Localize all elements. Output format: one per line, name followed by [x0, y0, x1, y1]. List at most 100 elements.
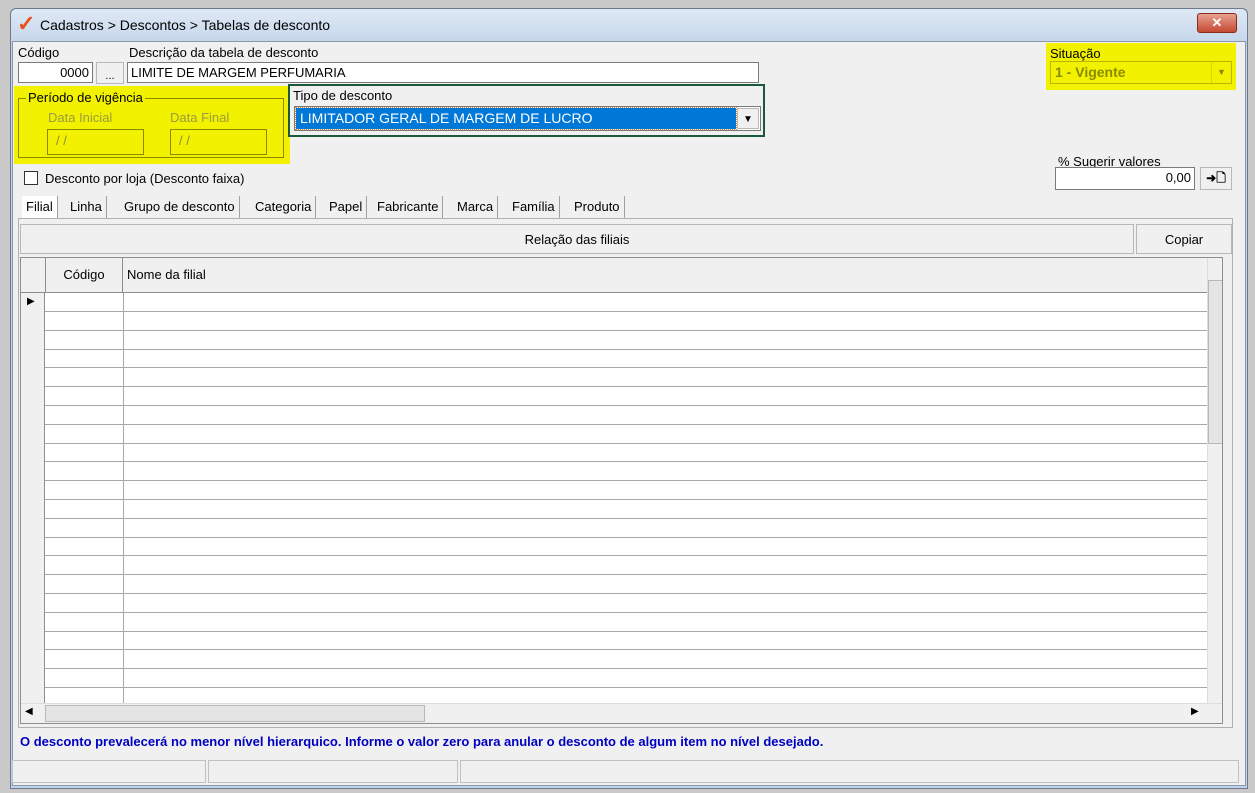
copy-button[interactable]: Copiar	[1136, 224, 1232, 254]
cell-codigo[interactable]	[45, 293, 124, 312]
tab-papel[interactable]: Papel	[325, 196, 368, 218]
horizontal-scroll-thumb[interactable]	[45, 705, 425, 722]
cell-codigo[interactable]	[45, 387, 124, 406]
row-indicator[interactable]	[21, 575, 45, 594]
row-indicator[interactable]	[21, 405, 45, 425]
filial-grid[interactable]: Código Nome da filial ▶ ◀ ▶	[20, 257, 1223, 724]
situacao-label: Situação	[1050, 46, 1101, 61]
desconto-loja-checkbox[interactable]	[24, 171, 38, 185]
tab-marca[interactable]: Marca	[453, 196, 499, 218]
row-indicator[interactable]	[21, 556, 45, 576]
table-row[interactable]	[21, 612, 1207, 632]
cell-codigo[interactable]	[45, 405, 124, 425]
cell-codigo[interactable]	[45, 631, 124, 651]
cell-codigo[interactable]	[45, 499, 124, 519]
cell-codigo[interactable]	[45, 669, 124, 688]
tab-categoria[interactable]: Categoria	[251, 196, 317, 218]
table-row[interactable]	[21, 368, 1207, 388]
descricao-input[interactable]: LIMITE DE MARGEM PERFUMARIA	[127, 62, 759, 83]
row-indicator[interactable]	[21, 330, 45, 350]
cell-codigo[interactable]	[45, 518, 124, 538]
row-indicator[interactable]	[21, 387, 45, 406]
situacao-highlight: Situação 1 - Vigente ▼	[1046, 43, 1236, 90]
table-row[interactable]	[21, 575, 1207, 594]
table-row[interactable]	[21, 499, 1207, 519]
tab-familia[interactable]: Família	[508, 196, 560, 218]
vertical-scroll-thumb[interactable]	[1208, 280, 1222, 444]
horizontal-scrollbar[interactable]: ◀ ▶	[21, 703, 1222, 723]
row-indicator[interactable]	[21, 481, 45, 500]
row-indicator[interactable]	[21, 311, 45, 331]
cell-codigo[interactable]	[45, 650, 124, 670]
row-indicator[interactable]	[21, 537, 45, 557]
scroll-left-icon[interactable]: ◀	[25, 706, 33, 717]
row-indicator[interactable]	[21, 612, 45, 632]
scroll-right-icon[interactable]: ▶	[1191, 706, 1199, 717]
codigo-input[interactable]: 0000	[18, 62, 93, 83]
table-row[interactable]	[21, 650, 1207, 670]
column-header-nome[interactable]: Nome da filial	[127, 258, 206, 292]
chevron-down-icon[interactable]: ▼	[737, 108, 759, 129]
tipo-select[interactable]: LIMITADOR GERAL DE MARGEM DE LUCRO ▼	[294, 106, 761, 131]
codigo-lookup-button[interactable]: ...	[96, 62, 124, 84]
data-final-input[interactable]: / /	[170, 129, 267, 155]
row-indicator[interactable]	[21, 631, 45, 651]
table-row[interactable]	[21, 443, 1207, 463]
tab-grupo-desconto[interactable]: Grupo de desconto	[120, 196, 240, 218]
table-row[interactable]	[21, 631, 1207, 651]
apply-values-button[interactable]: ➜🗋	[1200, 167, 1232, 190]
table-row[interactable]	[21, 593, 1207, 613]
cell-codigo[interactable]	[45, 330, 124, 350]
sugerir-input[interactable]: 0,00	[1055, 167, 1195, 190]
cell-codigo[interactable]	[45, 311, 124, 331]
cell-codigo[interactable]	[45, 424, 124, 444]
chevron-down-icon: ▼	[1211, 62, 1231, 83]
row-indicator[interactable]: ▶	[21, 293, 45, 312]
cell-codigo[interactable]	[45, 368, 124, 388]
tipo-value: LIMITADOR GERAL DE MARGEM DE LUCRO	[295, 107, 737, 130]
tab-fabricante[interactable]: Fabricante	[373, 196, 444, 218]
row-indicator[interactable]	[21, 349, 45, 369]
table-row[interactable]: ▶	[21, 293, 1207, 312]
table-row[interactable]	[21, 405, 1207, 425]
table-row[interactable]	[21, 556, 1207, 576]
table-row[interactable]	[21, 349, 1207, 369]
cell-codigo[interactable]	[45, 593, 124, 613]
table-row[interactable]	[21, 311, 1207, 331]
situacao-select[interactable]: 1 - Vigente ▼	[1050, 61, 1232, 84]
cell-codigo[interactable]	[45, 612, 124, 632]
status-panel-1	[12, 760, 206, 783]
column-header-codigo[interactable]: Código	[45, 258, 123, 293]
row-indicator[interactable]	[21, 518, 45, 538]
table-row[interactable]	[21, 387, 1207, 406]
descricao-label: Descrição da tabela de desconto	[129, 45, 319, 60]
tab-produto[interactable]: Produto	[570, 196, 625, 218]
table-row[interactable]	[21, 669, 1207, 688]
vertical-scrollbar[interactable]	[1207, 258, 1222, 703]
table-row[interactable]	[21, 481, 1207, 500]
cell-codigo[interactable]	[45, 443, 124, 463]
row-indicator[interactable]	[21, 462, 45, 482]
row-indicator[interactable]	[21, 650, 45, 670]
tab-filial[interactable]: Filial	[22, 196, 58, 218]
table-row[interactable]	[21, 462, 1207, 482]
row-indicator[interactable]	[21, 669, 45, 688]
cell-codigo[interactable]	[45, 462, 124, 482]
table-row[interactable]	[21, 537, 1207, 557]
close-button[interactable]: ✕	[1197, 13, 1237, 33]
row-indicator[interactable]	[21, 424, 45, 444]
table-row[interactable]	[21, 424, 1207, 444]
cell-codigo[interactable]	[45, 481, 124, 500]
cell-codigo[interactable]	[45, 556, 124, 576]
row-indicator[interactable]	[21, 368, 45, 388]
data-inicial-input[interactable]: / /	[47, 129, 144, 155]
cell-codigo[interactable]	[45, 349, 124, 369]
tab-linha[interactable]: Linha	[66, 196, 107, 218]
cell-codigo[interactable]	[45, 575, 124, 594]
row-indicator[interactable]	[21, 593, 45, 613]
row-indicator[interactable]	[21, 499, 45, 519]
row-indicator[interactable]	[21, 443, 45, 463]
cell-codigo[interactable]	[45, 537, 124, 557]
table-row[interactable]	[21, 518, 1207, 538]
table-row[interactable]	[21, 330, 1207, 350]
